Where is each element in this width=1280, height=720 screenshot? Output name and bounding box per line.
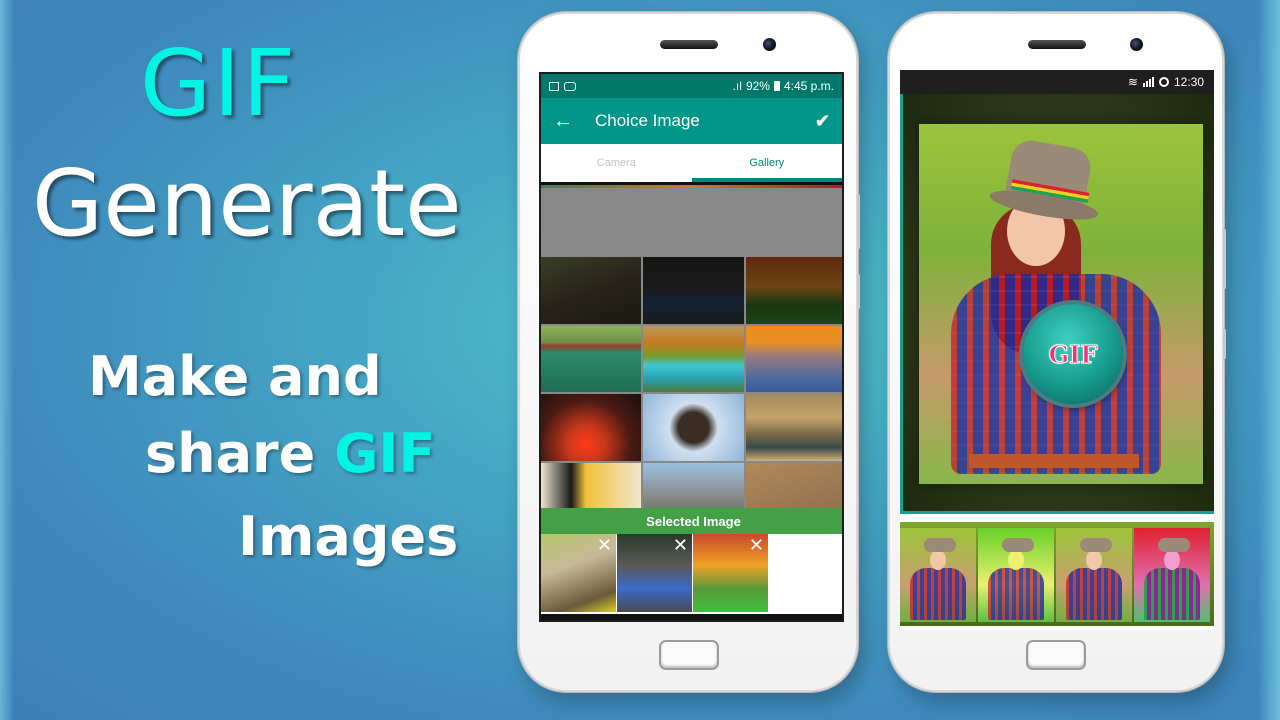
- frame-hat: [1080, 538, 1112, 552]
- frame-shirt: [1144, 568, 1200, 620]
- gallery-item-orange-sea[interactable]: [745, 325, 842, 393]
- source-tabs: Camera Gallery: [541, 144, 842, 182]
- status-bar: ≋ 12:30: [900, 70, 1214, 94]
- promo-subtitle-line1: Make and: [88, 345, 382, 408]
- gif-frame-magenta-tint[interactable]: [1134, 528, 1210, 622]
- phone-front-camera: [1130, 38, 1143, 51]
- signal-icon: .ıl: [732, 79, 742, 93]
- gif-button-label: GIF: [1048, 339, 1098, 369]
- gif-frame-mirrored[interactable]: [1056, 528, 1132, 622]
- gallery-item-hawks[interactable]: [541, 256, 642, 324]
- promo-text-block: GIF Generate Make and share GIF Images: [0, 0, 500, 720]
- selected-image-header: Selected Image: [541, 508, 842, 534]
- frame-hat: [1002, 538, 1034, 552]
- frame-hat: [924, 538, 956, 552]
- gallery-item-sunset-field[interactable]: [745, 256, 842, 324]
- promo-title-gif: GIF: [140, 30, 298, 137]
- frame-shirt: [910, 568, 966, 620]
- frame-shirt: [988, 568, 1044, 620]
- gallery-item-palm-sunset[interactable]: [541, 394, 642, 462]
- promo-subtitle-share: share: [145, 422, 335, 485]
- frame-face: [1008, 550, 1024, 570]
- battery-percent: 92%: [745, 79, 770, 93]
- gallery-item-glowing-beach[interactable]: [643, 256, 744, 324]
- gif-generate-button[interactable]: GIF: [1023, 304, 1123, 404]
- phone-speaker: [660, 40, 718, 49]
- remove-icon[interactable]: ✕: [673, 536, 688, 554]
- gallery-grid: [541, 185, 842, 530]
- preview-photo: GIF: [919, 124, 1203, 484]
- frame-hat: [1158, 538, 1190, 552]
- photo-subject-belt: [969, 454, 1139, 468]
- page-title: Choice Image: [595, 111, 700, 130]
- selected-thumb-hawks[interactable]: ✕: [541, 534, 616, 612]
- gallery-item-turquoise-river[interactable]: [643, 325, 744, 393]
- sync-circle-icon: [1158, 77, 1169, 87]
- frame-face: [1086, 550, 1102, 570]
- background-edge-right: [1258, 0, 1280, 720]
- remove-icon[interactable]: ✕: [597, 536, 612, 554]
- gallery-item-desert-camels[interactable]: [745, 394, 842, 462]
- battery-icon: [773, 81, 780, 91]
- preview-canvas: GIF: [900, 94, 1214, 514]
- home-button[interactable]: [1026, 640, 1086, 670]
- promo-subtitle-line3: Images: [238, 505, 459, 568]
- image-notification-icon: [549, 81, 559, 91]
- gallery-item-lake-house[interactable]: [541, 325, 642, 393]
- frame-face: [1164, 550, 1180, 570]
- phone-front-camera: [763, 38, 776, 51]
- status-time: 4:45 p.m.: [783, 79, 834, 93]
- frame-shirt: [1066, 568, 1122, 620]
- gallery-scrolled-row-edge: [541, 185, 842, 188]
- selected-thumb-sunset-field[interactable]: ✕: [693, 534, 768, 612]
- status-bar: .ıl 92% 4:45 p.m.: [541, 74, 842, 98]
- phone-speaker: [1028, 40, 1086, 49]
- tab-gallery[interactable]: Gallery: [692, 144, 843, 182]
- active-tab-indicator: [691, 178, 842, 182]
- confirm-check-icon[interactable]: ✔: [815, 111, 830, 132]
- selected-images-row: ✕ ✕ ✕: [541, 534, 842, 614]
- tab-camera[interactable]: Camera: [541, 144, 692, 182]
- power-button: [1223, 329, 1226, 359]
- selected-thumb-glowing-beach[interactable]: ✕: [617, 534, 692, 612]
- status-time: 12:30: [1173, 75, 1204, 89]
- remove-icon[interactable]: ✕: [749, 536, 764, 554]
- phone-left: .ıl 92% 4:45 p.m. ← Choice Image ✔ Camer…: [518, 12, 860, 692]
- phone-right: ≋ 12:30 GIF: [888, 12, 1226, 692]
- gif-frames-strip: [900, 522, 1214, 626]
- app-bar: ← Choice Image ✔: [541, 98, 842, 144]
- gif-frame-original[interactable]: [900, 528, 976, 622]
- gif-preview-screen: ≋ 12:30 GIF: [900, 70, 1214, 630]
- promo-title-generate: Generate: [32, 150, 462, 257]
- wifi-icon: ≋: [1127, 75, 1138, 89]
- frame-face: [930, 550, 946, 570]
- signal-icon: [1142, 77, 1154, 87]
- gif-frame-yellow-tint[interactable]: [978, 528, 1054, 622]
- message-notification-icon: [564, 81, 576, 91]
- gallery-item-eagles[interactable]: [643, 394, 744, 462]
- volume-button: [1223, 229, 1226, 289]
- promo-subtitle-line2: share GIF: [145, 422, 435, 485]
- back-arrow-icon[interactable]: ←: [553, 110, 583, 133]
- volume-button: [857, 194, 860, 249]
- choice-image-screen: .ıl 92% 4:45 p.m. ← Choice Image ✔ Camer…: [539, 72, 844, 622]
- home-button[interactable]: [659, 640, 719, 670]
- promo-subtitle-gif: GIF: [334, 422, 436, 485]
- power-button: [857, 274, 860, 309]
